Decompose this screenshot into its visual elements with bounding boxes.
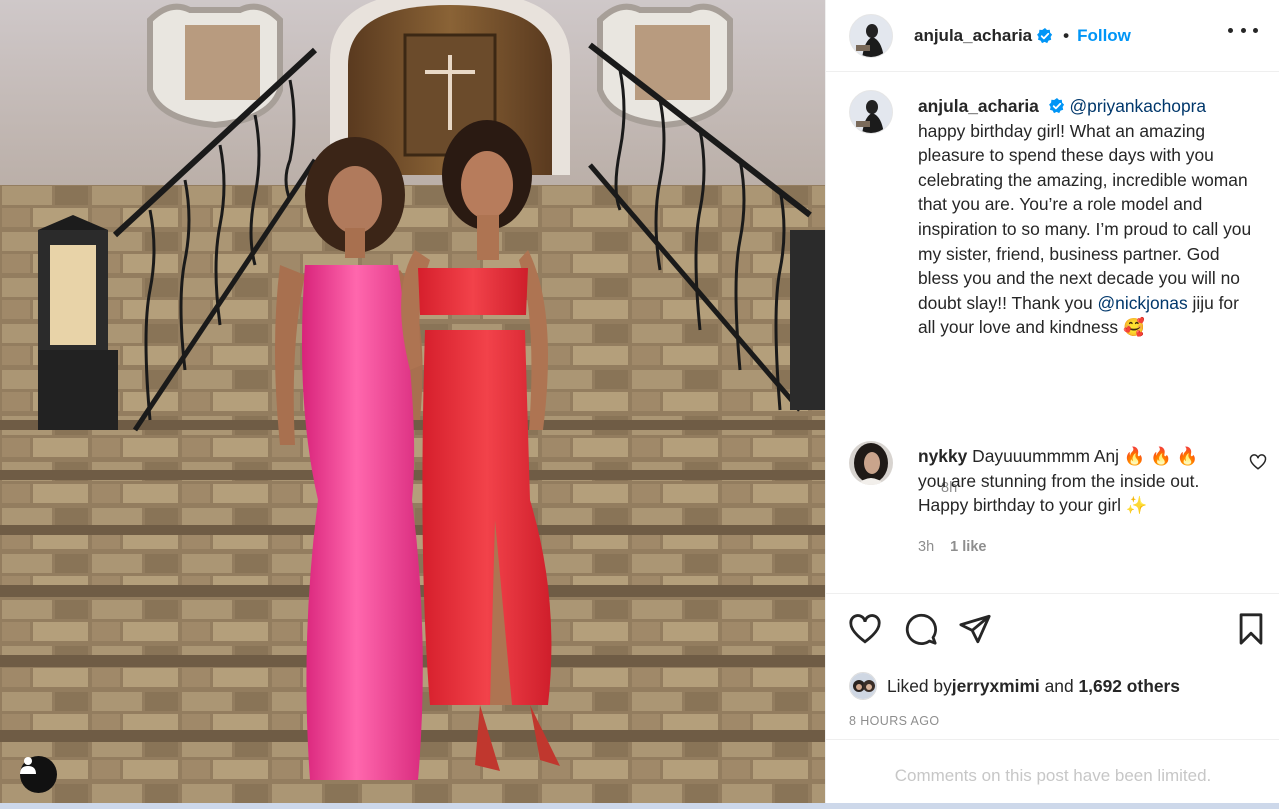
comments-limited-notice: Comments on this post have been limited.	[894, 766, 1212, 785]
caption-username[interactable]: anjula_acharia	[918, 96, 1039, 116]
instagram-post-modal: anjula_acharia • Follow anjula_acharia @…	[0, 0, 1279, 803]
likes-summary: Liked by jerryxmimi and 1,692 others	[849, 672, 1180, 700]
caption-text: anjula_acharia @priyankachopra happy bir…	[918, 94, 1258, 340]
mention-link[interactable]: @nickjonas	[1098, 293, 1188, 313]
divider	[826, 739, 1279, 740]
photo-illustration	[0, 0, 825, 803]
comment-text: nykky Dayuuummmm Anj 🔥 🔥 🔥 you are stunn…	[918, 444, 1228, 518]
comment-bubble-icon[interactable]	[904, 612, 938, 646]
caption-author-avatar[interactable]	[849, 90, 893, 134]
save-bookmark-icon[interactable]	[1234, 612, 1268, 646]
post-timestamp[interactable]: 8 HOURS AGO	[849, 714, 940, 728]
commenter-avatar[interactable]	[849, 441, 893, 485]
comment-meta: 3h 1 like	[918, 539, 986, 555]
likes-count-link[interactable]: 1,692 others	[1078, 676, 1180, 697]
liked-by-prefix: Liked by	[887, 675, 952, 696]
verified-badge-icon	[1037, 27, 1053, 43]
more-options-button[interactable]	[1228, 20, 1258, 40]
divider	[826, 593, 1279, 594]
caption-text-part: happy birthday girl! What an amazing ple…	[918, 120, 1252, 313]
post-side-panel: anjula_acharia • Follow anjula_acharia @…	[825, 0, 1279, 803]
mention-link[interactable]: @priyankachopra	[1070, 96, 1207, 116]
more-dot	[1240, 27, 1246, 33]
commenter-username[interactable]: nykky	[918, 446, 967, 466]
more-dot	[1253, 27, 1258, 33]
liker-avatar[interactable]	[849, 672, 877, 700]
comment-timestamp[interactable]: 3h	[918, 539, 934, 555]
liked-by-middle: and	[1039, 675, 1079, 696]
post-photo[interactable]	[0, 0, 825, 803]
avatar-image	[850, 91, 892, 133]
author-avatar[interactable]	[849, 13, 893, 58]
window-bottom-edge	[0, 803, 1279, 809]
comment-likes-count[interactable]: 1 like	[950, 539, 986, 555]
follow-button[interactable]: Follow	[1077, 26, 1131, 46]
more-dot	[1228, 27, 1233, 33]
header-separator: •	[1063, 25, 1070, 45]
verified-badge-icon	[1048, 98, 1064, 114]
avatar-image	[849, 441, 893, 485]
like-heart-icon[interactable]	[848, 612, 882, 646]
user-tags-button[interactable]	[20, 756, 57, 793]
avatar-image	[850, 673, 876, 699]
share-paper-plane-icon[interactable]	[958, 612, 992, 646]
liked-by-user[interactable]: jerryxmimi	[952, 676, 1040, 697]
comment-like-heart-icon[interactable]	[1249, 453, 1267, 471]
author-username[interactable]: anjula_acharia	[914, 26, 1032, 46]
person-icon	[20, 757, 36, 774]
post-actions-bar	[848, 612, 1268, 648]
post-header: anjula_acharia • Follow	[826, 0, 1279, 72]
avatar-image	[850, 14, 892, 57]
smiling-hearts-emoji: 🥰	[1122, 317, 1145, 338]
